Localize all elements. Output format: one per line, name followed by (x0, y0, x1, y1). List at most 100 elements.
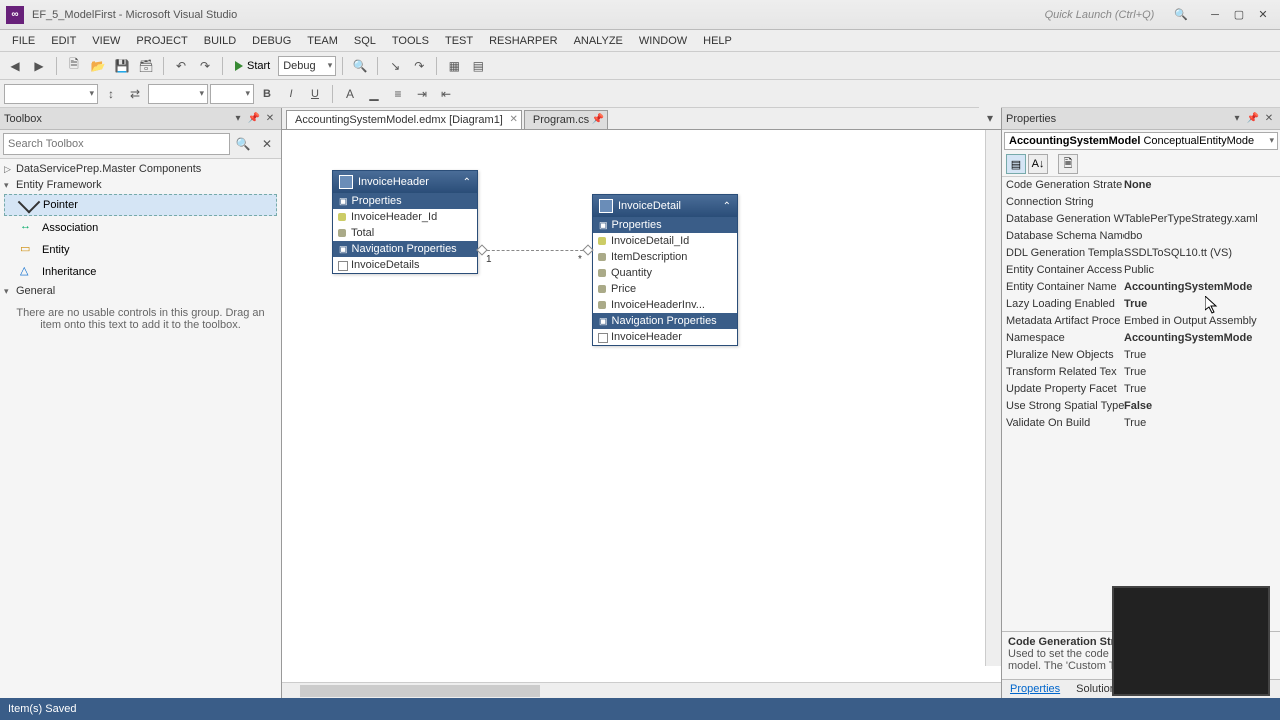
tab-pin-icon[interactable]: 📌 (592, 114, 604, 125)
extensions-button[interactable]: ▤ (467, 55, 489, 77)
property-value[interactable]: True (1124, 416, 1276, 431)
entity-invoicedetail[interactable]: InvoiceDetail⌃ ▣Properties InvoiceDetail… (592, 194, 738, 346)
prop-invoicedetail-id[interactable]: InvoiceDetail_Id (593, 233, 737, 249)
property-value[interactable]: True (1124, 365, 1276, 380)
property-value[interactable]: Embed in Output Assembly (1124, 314, 1276, 329)
property-value[interactable]: AccountingSystemMode (1124, 331, 1276, 346)
menu-test[interactable]: TEST (437, 33, 481, 49)
property-row[interactable]: DDL Generation TemplaSSDLToSQL10.tt (VS) (1002, 245, 1280, 262)
property-value[interactable]: Public (1124, 263, 1276, 278)
toolbox-item-inheritance[interactable]: Inheritance (0, 261, 281, 283)
props-close-icon[interactable]: ✕ (1262, 112, 1276, 126)
property-value[interactable]: SSDLToSQL10.tt (VS) (1124, 246, 1276, 261)
menu-help[interactable]: HELP (695, 33, 740, 49)
association-line[interactable] (482, 250, 588, 251)
property-row[interactable]: NamespaceAccountingSystemMode (1002, 330, 1280, 347)
menu-resharper[interactable]: RESHARPER (481, 33, 565, 49)
search-icon[interactable]: 🔍 (232, 133, 254, 155)
alphabetical-button[interactable]: A↓ (1028, 154, 1048, 174)
categorized-button[interactable]: ▤ (1006, 154, 1026, 174)
property-row[interactable]: Lazy Loading EnabledTrue (1002, 296, 1280, 313)
toolbox-item-entity[interactable]: Entity (0, 239, 281, 261)
property-row[interactable]: Database Generation WTablePerTypeStrateg… (1002, 211, 1280, 228)
toolbox-group-ef[interactable]: ▾Entity Framework (0, 177, 281, 193)
menu-sql[interactable]: SQL (346, 33, 384, 49)
property-pages-button[interactable]: 🗎 (1058, 154, 1078, 174)
toolbox-item-association[interactable]: Association (0, 217, 281, 239)
indent-button[interactable]: ⇥ (411, 83, 433, 105)
property-row[interactable]: Entity Container AccessPublic (1002, 262, 1280, 279)
property-value[interactable]: True (1124, 297, 1276, 312)
toolbox-group-general[interactable]: ▾General (0, 283, 281, 299)
tab-close-icon[interactable]: ✕ (509, 114, 517, 125)
property-value[interactable]: True (1124, 348, 1276, 363)
font-family-combo[interactable] (4, 84, 98, 104)
property-row[interactable]: Connection String (1002, 194, 1280, 211)
prop-invoiceheaderinv[interactable]: InvoiceHeaderInv... (593, 297, 737, 313)
menu-debug[interactable]: DEBUG (244, 33, 299, 49)
toolbox-item-pointer[interactable]: Pointer (4, 194, 277, 216)
undo-button[interactable]: ↶ (170, 55, 192, 77)
canvas-vscroll[interactable] (985, 130, 1001, 666)
property-row[interactable]: Entity Container NameAccountingSystemMod… (1002, 279, 1280, 296)
toolbox-close-icon[interactable]: ✕ (263, 112, 277, 126)
collapse-icon[interactable]: ⌃ (463, 177, 471, 188)
search-icon[interactable]: 🔍 (1174, 8, 1188, 21)
find-button[interactable]: 🔍 (349, 55, 371, 77)
redo-button[interactable]: ↷ (194, 55, 216, 77)
menu-build[interactable]: BUILD (196, 33, 244, 49)
property-value[interactable]: TablePerTypeStrategy.xaml (1124, 212, 1276, 227)
highlight-button[interactable]: ▁ (363, 83, 385, 105)
property-row[interactable]: Pluralize New ObjectsTrue (1002, 347, 1280, 364)
menu-team[interactable]: TEAM (299, 33, 346, 49)
size-combo[interactable] (210, 84, 254, 104)
btn-t1[interactable]: ↕ (100, 83, 122, 105)
prop-invoiceheader-id[interactable]: InvoiceHeader_Id (333, 209, 477, 225)
menu-file[interactable]: FILE (4, 33, 43, 49)
start-debug-button[interactable]: Start (229, 55, 276, 77)
toolbox-search-input[interactable] (3, 133, 230, 155)
nav-back-button[interactable]: ◀ (4, 55, 26, 77)
props-dropdown-icon[interactable]: ▾ (1230, 112, 1244, 126)
new-project-button[interactable]: 🗎 (63, 55, 85, 77)
object-selector[interactable]: AccountingSystemModel ConceptualEntityMo… (1004, 132, 1278, 150)
property-row[interactable]: Use Strong Spatial TypeFalse (1002, 398, 1280, 415)
bottom-tab-properties[interactable]: Properties (1002, 680, 1068, 698)
font-color-button[interactable]: A (339, 83, 361, 105)
nav-invoiceheader[interactable]: InvoiceHeader (593, 329, 737, 345)
prop-total[interactable]: Total (333, 225, 477, 241)
menu-tools[interactable]: TOOLS (384, 33, 437, 49)
btn-t2[interactable]: ⇄ (124, 83, 146, 105)
prop-price[interactable]: Price (593, 281, 737, 297)
tab-program[interactable]: Program.cs📌 (524, 110, 608, 129)
entity-invoiceheader[interactable]: InvoiceHeader⌃ ▣Properties InvoiceHeader… (332, 170, 478, 274)
step-over-button[interactable]: ↷ (408, 55, 430, 77)
menu-project[interactable]: PROJECT (128, 33, 195, 49)
hscroll-thumb[interactable] (300, 685, 540, 697)
outdent-button[interactable]: ⇤ (435, 83, 457, 105)
property-value[interactable] (1124, 195, 1276, 210)
property-row[interactable]: Metadata Artifact ProceEmbed in Output A… (1002, 313, 1280, 330)
nav-invoicedetails[interactable]: InvoiceDetails (333, 257, 477, 273)
maximize-button[interactable]: ▢ (1228, 6, 1250, 24)
tab-model[interactable]: AccountingSystemModel.edmx [Diagram1]✕ (286, 110, 522, 129)
underline-button[interactable]: U (304, 83, 326, 105)
property-value[interactable]: True (1124, 382, 1276, 397)
menu-window[interactable]: WINDOW (631, 33, 695, 49)
menu-analyze[interactable]: ANALYZE (566, 33, 631, 49)
prop-quantity[interactable]: Quantity (593, 265, 737, 281)
config-combo[interactable]: Debug (278, 56, 336, 76)
property-row[interactable]: Validate On BuildTrue (1002, 415, 1280, 432)
toolbox-group-dsp[interactable]: ▷DataServicePrep.Master Components (0, 161, 281, 177)
property-value[interactable]: dbo (1124, 229, 1276, 244)
property-row[interactable]: Transform Related TexTrue (1002, 364, 1280, 381)
toolbox-pin-icon[interactable]: 📌 (247, 112, 261, 126)
zoom-combo[interactable] (148, 84, 208, 104)
prop-itemdescription[interactable]: ItemDescription (593, 249, 737, 265)
menu-view[interactable]: VIEW (84, 33, 128, 49)
bold-button[interactable]: B (256, 83, 278, 105)
save-button[interactable]: 💾 (111, 55, 133, 77)
property-value[interactable]: False (1124, 399, 1276, 414)
property-value[interactable]: AccountingSystemMode (1124, 280, 1276, 295)
step-into-button[interactable]: ↘ (384, 55, 406, 77)
